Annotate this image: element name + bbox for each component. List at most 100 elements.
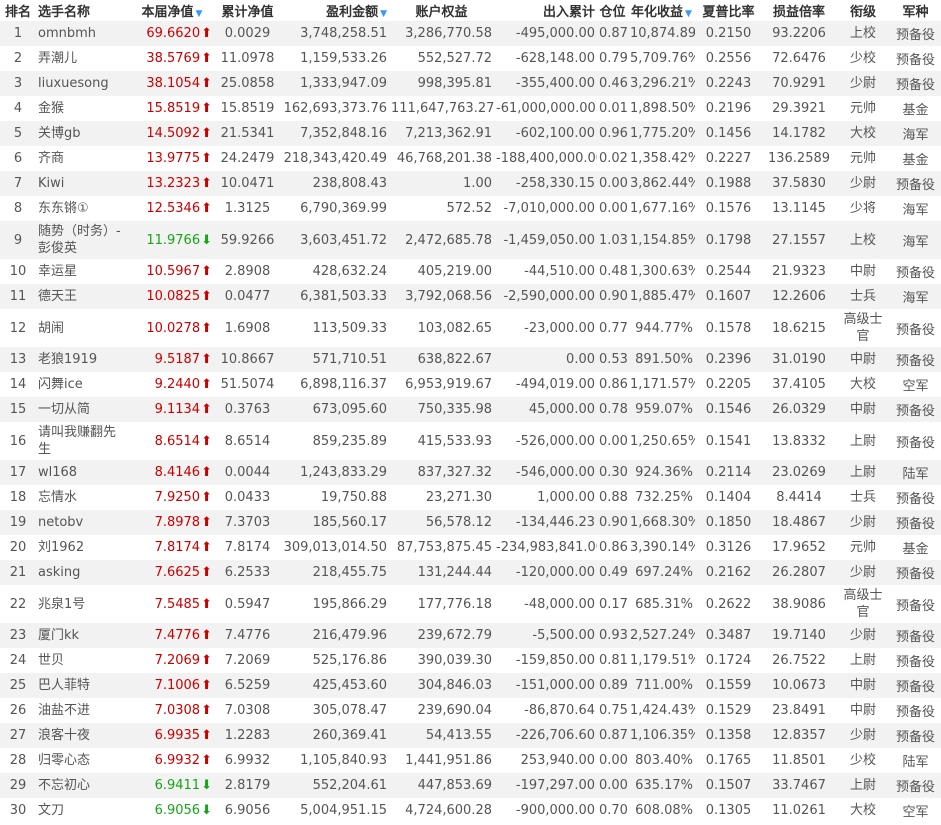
cum-nav-value: 0.0477 xyxy=(224,289,271,304)
table-row[interactable]: 17 wl168 8.4146⬆ 0.0044 1,243,833.29 837,327.… xyxy=(0,460,941,485)
name-cell[interactable]: omnbmh xyxy=(36,21,130,46)
name-cell[interactable]: 请叫我赚翻先生 xyxy=(36,422,130,460)
table-row[interactable]: 22 兆泉1号 7.5485⬆ 0.5947 195,866.29 177,776.18 -… xyxy=(0,585,941,623)
sharpe-cell: 0.1507 xyxy=(695,773,762,798)
name-cell[interactable]: 随势（时务）-彭俊英 xyxy=(36,221,130,259)
profit-cell: 6,381,503.33 xyxy=(281,284,389,309)
table-row[interactable]: 13 老狼1919 9.5187⬆ 10.8667 571,710.51 638,822.… xyxy=(0,347,941,372)
name-value: 浪客十夜 xyxy=(38,728,91,743)
table-row[interactable]: 20 刘1962 7.8174⬆ 7.8174 309,013,014.50 87,753… xyxy=(0,535,941,560)
col-annual[interactable]: 年化收益 ▼ xyxy=(628,0,695,21)
name-cell[interactable]: 浪客十夜 xyxy=(36,723,130,748)
table-row[interactable]: 8 东东锵① 12.5346⬆ 1.3125 6,790,369.99 572.52 -7,… xyxy=(0,196,941,221)
equity-value: 3,792,068.56 xyxy=(405,289,492,304)
sharpe-cell: 0.2114 xyxy=(695,460,762,485)
name-cell[interactable]: 闪舞ice xyxy=(36,372,130,397)
sort-down-icon[interactable]: ▼ xyxy=(196,9,203,19)
name-cell[interactable]: 一切从简 xyxy=(36,397,130,422)
name-cell[interactable]: 不忘初心 xyxy=(36,773,130,798)
col-nav[interactable]: 本届净值 ▼ xyxy=(130,0,214,21)
position-cell: 0.00 xyxy=(597,773,628,798)
name-cell[interactable]: 文刀 xyxy=(36,798,130,823)
table-row[interactable]: 28 归零心态 6.9932⬆ 6.9932 1,105,840.93 1,441,951… xyxy=(0,748,941,773)
name-cell[interactable]: 归零心态 xyxy=(36,748,130,773)
table-row[interactable]: 29 不忘初心 6.9411⬇ 2.8179 552,204.61 447,853.69 -… xyxy=(0,773,941,798)
col-position: 仓位 xyxy=(597,0,628,21)
table-row[interactable]: 11 德天王 10.0825⬆ 0.0477 6,381,503.33 3,792,068… xyxy=(0,284,941,309)
name-cell[interactable]: 世贝 xyxy=(36,648,130,673)
table-row[interactable]: 16 请叫我赚翻先生 8.6514⬆ 8.6514 859,235.89 415,533.… xyxy=(0,422,941,460)
name-cell[interactable]: 巴人菲特 xyxy=(36,673,130,698)
cum-nav-cell: 10.8667 xyxy=(214,347,281,372)
name-cell[interactable]: 德天王 xyxy=(36,284,130,309)
name-cell[interactable]: 老狼1919 xyxy=(36,347,130,372)
name-cell[interactable]: asking xyxy=(36,560,130,585)
equity-value: 103,082.65 xyxy=(417,320,492,336)
name-cell[interactable]: 刘1962 xyxy=(36,535,130,560)
table-row[interactable]: 18 忘情水 7.9250⬆ 0.0433 19,750.88 23,271.30 1,00… xyxy=(0,485,941,510)
name-cell[interactable]: 兆泉1号 xyxy=(36,585,130,623)
col-profit[interactable]: 盈利金额 ▼ xyxy=(281,0,389,21)
rank-value: 4 xyxy=(13,101,23,116)
name-cell[interactable]: 油盐不进 xyxy=(36,698,130,723)
table-row[interactable]: 4 金猴 15.8519⬆ 15.8519 162,693,373.76 111,647,… xyxy=(0,96,941,121)
table-row[interactable]: 26 油盐不进 7.0308⬆ 7.0308 305,078.47 239,690.04-… xyxy=(0,698,941,723)
name-cell[interactable]: 胡闹 xyxy=(36,309,130,347)
rank-title-cell: 上尉 xyxy=(836,648,890,673)
name-cell[interactable]: 齐商 xyxy=(36,146,130,171)
pl-ratio-value: 23.8491 xyxy=(772,703,826,718)
name-cell[interactable]: 关博gb xyxy=(36,121,130,146)
table-row[interactable]: 6 齐商 13.9775⬆ 24.2479 218,343,420.49 46,768,2… xyxy=(0,146,941,171)
table-row[interactable]: 12 胡闹 10.0278⬆ 1.6908 113,509.33 103,082.65 -2… xyxy=(0,309,941,347)
sort-down-icon[interactable]: ▼ xyxy=(685,9,692,19)
table-row[interactable]: 10 幸运星 10.5967⬆ 2.8908 428,632.24 405,219.00 -… xyxy=(0,259,941,284)
table-row[interactable]: 30 文刀 6.9056⬇ 6.9056 5,004,951.15 4,724,600.2… xyxy=(0,798,941,823)
profit-value: 425,453.60 xyxy=(312,678,387,693)
name-cell[interactable]: 弄潮儿 xyxy=(36,46,130,71)
table-row[interactable]: 5 关博gb 14.5092⬆ 21.5341 7,352,848.16 7,213,36… xyxy=(0,121,941,146)
name-cell[interactable]: 东东锵① xyxy=(36,196,130,221)
cum-nav-value: 8.6514 xyxy=(224,433,271,449)
table-row[interactable]: 3 liuxuesong 38.1054⬆ 25.0858 1,333,947.09 99… xyxy=(0,71,941,96)
name-cell[interactable]: 忘情水 xyxy=(36,485,130,510)
name-cell[interactable]: 金猴 xyxy=(36,96,130,121)
equity-value: 46,768,201.38 xyxy=(396,151,492,166)
table-row[interactable]: 19 netobv 7.8978⬆ 7.3703 185,560.17 56,578.12… xyxy=(0,510,941,535)
profit-cell: 1,159,533.26 xyxy=(281,46,389,71)
table-row[interactable]: 27 浪客十夜 6.9935⬆ 1.2283 260,369.41 54,413.55 -2… xyxy=(0,723,941,748)
equity-cell: 304,846.03 xyxy=(389,673,494,698)
sharpe-cell: 0.2150 xyxy=(695,21,762,46)
service-cell: 预备役 xyxy=(890,698,941,723)
table-row[interactable]: 23 厦门kk 7.4776⬆ 7.4776 216,479.96 239,672.79-… xyxy=(0,623,941,648)
col-service: 军种 xyxy=(890,0,941,21)
nav-cell: 7.0308⬆ xyxy=(130,698,214,723)
nav-value: 7.9250 xyxy=(154,490,201,505)
table-row[interactable]: 1 omnbmh 69.6620⬆ 0.0029 3,748,258.51 3,286,7… xyxy=(0,21,941,46)
annual-value: 803.40% xyxy=(635,753,693,768)
inout-cell: -197,297.00 xyxy=(494,773,597,798)
table-row[interactable]: 2 弄潮儿 38.5769⬆ 11.0978 1,159,533.26 552,527.7… xyxy=(0,46,941,71)
name-cell[interactable]: 厦门kk xyxy=(36,623,130,648)
arrow-up-icon: ⬆ xyxy=(201,76,212,91)
name-cell[interactable]: Kiwi xyxy=(36,171,130,196)
profit-cell: 162,693,373.76 xyxy=(281,96,389,121)
table-row[interactable]: 7 Kiwi 13.2323⬆ 10.0471 238,808.43 1.00 -258,3… xyxy=(0,171,941,196)
name-cell[interactable]: liuxuesong xyxy=(36,71,130,96)
table-row[interactable]: 24 世贝 7.2069⬆ 7.2069 525,176.86 390,039.30 -15… xyxy=(0,648,941,673)
pl-ratio-value: 11.8501 xyxy=(772,753,826,768)
table-row[interactable]: 25 巴人菲特 7.1006⬆ 6.5259 425,453.60 304,846.03 -… xyxy=(0,673,941,698)
inout-cell: -7,010,000.00 xyxy=(494,196,597,221)
rank-cell: 9 xyxy=(0,221,36,259)
table-row[interactable]: 15 一切从简 9.1134⬆ 0.3763 673,095.60 750,335.98 4… xyxy=(0,397,941,422)
name-cell[interactable]: 幸运星 xyxy=(36,259,130,284)
profit-cell: 218,343,420.49 xyxy=(281,146,389,171)
inout-cell: -5,500.00 xyxy=(494,623,597,648)
rank-title-cell: 少尉 xyxy=(836,171,890,196)
name-cell[interactable]: wl168 xyxy=(36,460,130,485)
table-row[interactable]: 14 闪舞ice 9.2440⬆ 51.5074 6,898,116.37 6,953,9… xyxy=(0,372,941,397)
position-cell: 0.77 xyxy=(597,309,628,347)
table-row[interactable]: 21 asking 7.6625⬆ 6.2533 218,455.75 131,244.4… xyxy=(0,560,941,585)
sort-down-icon[interactable]: ▼ xyxy=(380,9,387,19)
name-cell[interactable]: netobv xyxy=(36,510,130,535)
table-row[interactable]: 9 随势（时务）-彭俊英 11.9766⬇ 59.9266 3,603,451.72 2,… xyxy=(0,221,941,259)
